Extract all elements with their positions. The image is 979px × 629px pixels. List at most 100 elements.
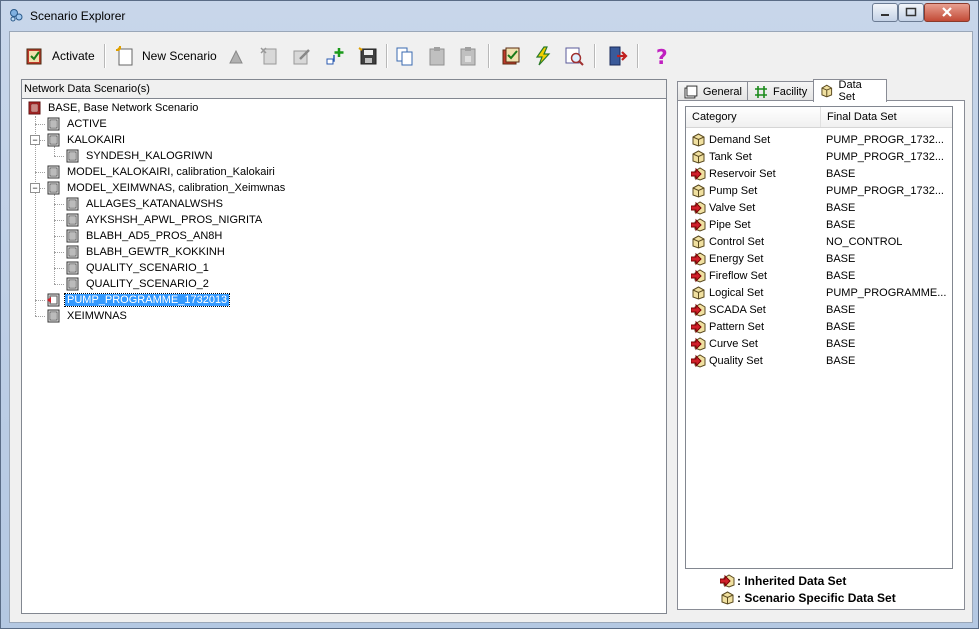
activate-button[interactable]: Activate	[24, 42, 95, 70]
column-header-final-data-set[interactable]: Final Data Set	[820, 107, 897, 127]
category-label: Control Set	[709, 235, 765, 248]
inherited-data-set-icon	[720, 573, 735, 588]
tree-node-label: XEIMWNAS	[67, 310, 127, 322]
tree-node[interactable]: MODEL_KALOKAIRI, calibration_Kalokairi	[47, 164, 277, 180]
tree-node[interactable]: BLABH_AD5_PROS_AN8H	[66, 228, 224, 244]
edit-scenario-button[interactable]	[291, 42, 313, 70]
copy-icon	[396, 47, 413, 66]
data-set-row[interactable]: Demand Set PUMP_PROGR_1732...	[686, 131, 952, 148]
close-button[interactable]	[924, 3, 970, 22]
title-bar[interactable]: Scenario Explorer	[1, 1, 978, 29]
paste-special-icon	[460, 47, 476, 66]
data-set-list[interactable]: Category Final Data Set Demand Set PUMP_P…	[685, 106, 953, 569]
tab-general[interactable]: General	[677, 81, 749, 102]
help-button[interactable]: ?	[651, 42, 673, 70]
data-set-row[interactable]: Quality Set BASE	[686, 352, 952, 369]
scenario-specific-data-set-icon	[691, 149, 709, 164]
root-scenario-icon	[28, 101, 46, 115]
scenario-specific-data-set-icon	[691, 183, 709, 198]
final-data-set-cell: BASE	[826, 218, 856, 231]
tree-node[interactable]: KALOKAIRI	[47, 132, 127, 148]
tree-node[interactable]: XEIMWNAS	[47, 308, 129, 324]
category-cell: Valve Set	[691, 200, 755, 215]
toolbar-separator	[637, 44, 639, 68]
final-data-set-cell: BASE	[826, 303, 856, 316]
data-set-row[interactable]: Reservoir Set BASE	[686, 165, 952, 182]
rename-button[interactable]	[226, 42, 248, 70]
category-cell: Energy Set	[691, 251, 764, 266]
tree-node-label: QUALITY_SCENARIO_2	[86, 278, 209, 290]
save-button[interactable]	[357, 42, 379, 70]
batch-run-button[interactable]	[532, 42, 554, 70]
column-header-category[interactable]: Category	[692, 111, 737, 123]
final-data-set-cell: NO_CONTROL	[826, 235, 903, 248]
tab-facility[interactable]: Facility	[747, 81, 821, 102]
tree-guide-line	[54, 194, 55, 284]
category-label: Reservoir Set	[709, 167, 776, 180]
tree-node-label: BASE, Base Network Scenario	[48, 102, 199, 114]
data-set-row[interactable]: Pump Set PUMP_PROGR_1732...	[686, 182, 952, 199]
tree-node[interactable]: QUALITY_SCENARIO_1	[66, 260, 211, 276]
data-set-row[interactable]: Pattern Set BASE	[686, 318, 952, 335]
scenario-icon	[47, 133, 65, 147]
tree-node[interactable]: BLABH_GEWTR_KOKKINH	[66, 244, 227, 260]
paste-special-button[interactable]	[457, 42, 479, 70]
add-child-scenario-button[interactable]	[324, 42, 346, 70]
tab-data-set[interactable]: Data Set	[813, 79, 887, 103]
data-set-row[interactable]: Logical Set PUMP_PROGRAMME...	[686, 284, 952, 301]
scenario-explorer-app-icon	[10, 9, 23, 22]
legend-inherited: : Inherited Data Set	[720, 572, 916, 589]
activate-icon	[26, 48, 42, 65]
tree-connector	[35, 316, 45, 317]
category-cell: SCADA Set	[691, 302, 766, 317]
data-set-row[interactable]: Fireflow Set BASE	[686, 267, 952, 284]
tree-connector	[54, 204, 64, 205]
tree-node[interactable]: SYNDESH_KALOGRIWN	[66, 148, 215, 164]
category-label: Pump Set	[709, 184, 758, 197]
exit-button[interactable]	[606, 42, 628, 70]
data-set-row[interactable]: Pipe Set BASE	[686, 216, 952, 233]
data-set-row[interactable]: Valve Set BASE	[686, 199, 952, 216]
category-label: SCADA Set	[709, 303, 766, 316]
scenario-icon	[66, 245, 84, 259]
tree-node[interactable]: ACTIVE	[47, 116, 109, 132]
collapse-toggle[interactable]: −	[30, 183, 40, 193]
category-label: Pipe Set	[709, 218, 751, 231]
paste-button[interactable]	[426, 42, 448, 70]
scenario-icon	[47, 181, 65, 195]
new-scenario-button[interactable]: New Scenario	[114, 42, 217, 70]
tree-node[interactable]: BASE, Base Network Scenario	[28, 100, 200, 116]
list-header: Category Final Data Set	[686, 107, 952, 128]
tree-node[interactable]: AYKSHSH_APWL_PROS_NIGRITA	[66, 212, 264, 228]
new-scenario-icon	[116, 46, 133, 66]
collapse-toggle[interactable]: −	[30, 135, 40, 145]
final-data-set-cell: PUMP_PROGR_1732...	[826, 184, 944, 197]
tree-node[interactable]: QUALITY_SCENARIO_2	[66, 276, 211, 292]
category-label: Pattern Set	[709, 320, 765, 333]
data-set-row[interactable]: Tank Set PUMP_PROGR_1732...	[686, 148, 952, 165]
minimize-button[interactable]	[872, 3, 898, 22]
tree-node[interactable]: MODEL_XEIMWNAS, calibration_Xeimwnas	[47, 180, 287, 196]
data-set-row[interactable]: Control Set NO_CONTROL	[686, 233, 952, 250]
category-cell: Demand Set	[691, 132, 770, 147]
copy-button[interactable]	[394, 42, 416, 70]
data-set-row[interactable]: SCADA Set BASE	[686, 301, 952, 318]
category-label: Energy Set	[709, 252, 764, 265]
compare-scenarios-button[interactable]	[500, 42, 522, 70]
tab-facility-label: Facility	[773, 86, 808, 98]
category-cell: Pipe Set	[691, 217, 751, 232]
delete-scenario-button[interactable]	[258, 42, 280, 70]
category-label: Tank Set	[709, 150, 752, 163]
data-set-row[interactable]: Curve Set BASE	[686, 335, 952, 352]
scenario-tree-header: Network Data Scenario(s)	[22, 80, 666, 99]
tree-node[interactable]: ALLAGES_KATANALWSHS	[66, 196, 225, 212]
inherited-data-set-icon	[691, 353, 709, 368]
tree-node-label: ALLAGES_KATANALWSHS	[86, 198, 223, 210]
data-set-row[interactable]: Energy Set BASE	[686, 250, 952, 267]
lightning-icon	[535, 46, 551, 66]
maximize-button[interactable]	[898, 3, 924, 22]
inherited-data-set-icon	[691, 217, 709, 232]
find-button[interactable]	[563, 42, 585, 70]
tree-guide-line	[35, 116, 36, 316]
tree-node[interactable]: PUMP_PROGRAMME_1732013	[47, 292, 231, 308]
